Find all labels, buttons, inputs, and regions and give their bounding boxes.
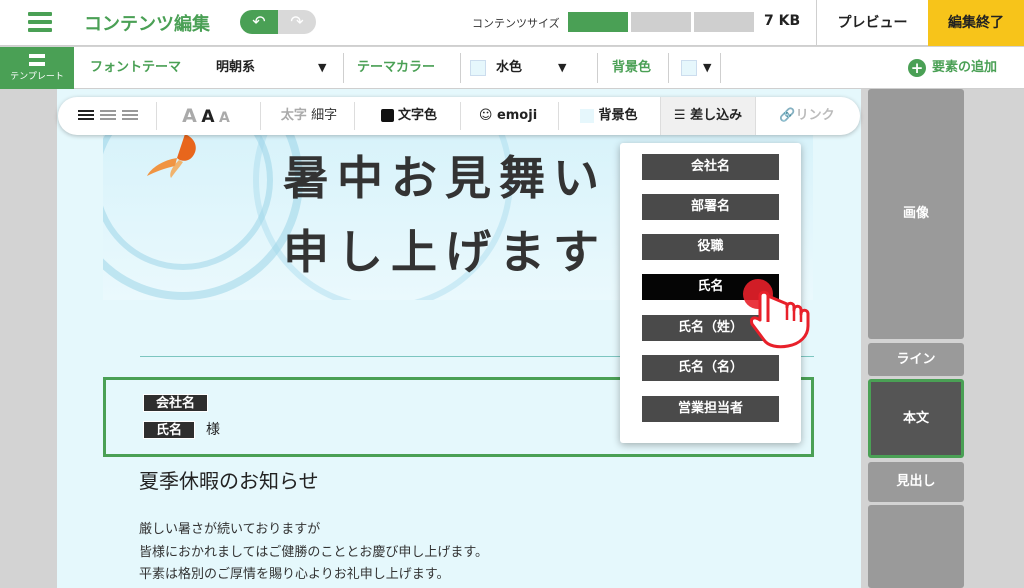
- pointer-hand-icon: [743, 279, 810, 349]
- element-line-tile[interactable]: ライン: [868, 343, 964, 376]
- element-more-tile[interactable]: [868, 505, 964, 588]
- font-size-large-button[interactable]: A: [182, 105, 197, 127]
- theme-color-swatch[interactable]: [470, 47, 486, 89]
- add-element-button[interactable]: + 要素の追加: [908, 47, 997, 89]
- divider: [460, 102, 461, 130]
- divider: [354, 102, 355, 130]
- align-left-icon[interactable]: [78, 109, 94, 122]
- content-size-bar: [568, 12, 754, 32]
- align-right-icon[interactable]: [122, 109, 138, 122]
- text-bg-color-button[interactable]: 背景色: [566, 97, 652, 135]
- plus-icon: +: [908, 58, 926, 77]
- divider: [668, 53, 669, 83]
- link-button[interactable]: 🔗リンク: [766, 97, 848, 135]
- font-theme-select[interactable]: 明朝系: [216, 47, 255, 89]
- text-color-label: 文字色: [397, 108, 437, 123]
- undo-button[interactable]: ↶: [240, 10, 278, 34]
- size-bar-segment: [694, 12, 754, 32]
- undo-icon: ↶: [252, 12, 266, 31]
- insert-label: 差し込み: [690, 108, 743, 123]
- text-color-button[interactable]: 文字色: [366, 97, 452, 135]
- font-size-group: A A A: [170, 97, 242, 135]
- smiley-icon: ☺: [478, 108, 493, 123]
- body-text-line[interactable]: 皆様におかれましてはご健勝のこととお慶び申し上げます。: [139, 541, 488, 560]
- page-title: コンテンツ編集: [84, 14, 210, 35]
- insert-option-company[interactable]: 会社名: [642, 154, 779, 180]
- body-text-line[interactable]: 厳しい暑さが続いておりますが: [139, 518, 320, 537]
- thin-button[interactable]: 細字: [311, 108, 337, 123]
- insert-option-department[interactable]: 部署名: [642, 194, 779, 220]
- element-image-tile[interactable]: 画像: [868, 89, 964, 339]
- hero-heading-line2: 申し上げます: [283, 225, 607, 279]
- emoji-label: emoji: [496, 108, 538, 123]
- hero-heading-line1: 暑中お見舞い: [283, 151, 607, 205]
- theme-color-select[interactable]: 水色: [496, 47, 522, 89]
- hamburger-menu-icon[interactable]: [28, 12, 52, 32]
- section-heading[interactable]: 夏季休暇のお知らせ: [139, 465, 319, 494]
- chevron-down-icon[interactable]: ▼: [703, 47, 711, 89]
- size-bar-segment: [568, 12, 628, 32]
- text-color-swatch: [380, 109, 394, 122]
- body-text-line[interactable]: 平素は格別のご厚情を賜り心よりお礼申し上げます。: [139, 563, 449, 582]
- preview-button[interactable]: プレビュー: [816, 0, 928, 46]
- goldfish-icon: [147, 134, 196, 178]
- insert-field-button[interactable]: ☰ 差し込み: [660, 97, 756, 135]
- element-body-tile[interactable]: 本文: [868, 379, 964, 458]
- theme-color-label: テーマカラー: [357, 60, 436, 75]
- divider: [558, 102, 559, 130]
- text-bg-label: 背景色: [598, 108, 638, 123]
- divider: [597, 53, 598, 83]
- divider: [720, 53, 721, 83]
- add-element-label: 要素の追加: [932, 60, 998, 75]
- content-size-label: コンテンツサイズ: [472, 17, 560, 30]
- insert-option-sales-rep[interactable]: 営業担当者: [642, 396, 779, 422]
- align-center-icon[interactable]: [100, 109, 116, 122]
- divider: [260, 102, 261, 130]
- insert-option-firstname[interactable]: 氏名（名）: [642, 355, 779, 381]
- divider: [343, 53, 344, 83]
- chevron-down-icon[interactable]: ▼: [558, 47, 566, 89]
- size-bar-segment: [631, 12, 691, 32]
- font-size-medium-button[interactable]: A: [201, 107, 214, 127]
- element-heading-tile[interactable]: 見出し: [868, 462, 964, 502]
- link-label: リンク: [795, 108, 835, 123]
- settings-bar: テンプレート フォントテーマ 明朝系 ▼ テーマカラー 水色 ▼ 背景色 ▼ +…: [0, 47, 1024, 89]
- person-name-tag[interactable]: 氏名: [143, 421, 196, 439]
- finish-editing-button[interactable]: 編集終了: [928, 0, 1024, 46]
- undo-redo-group: ↶ ↷: [240, 10, 316, 34]
- template-button[interactable]: テンプレート: [0, 47, 74, 89]
- redo-icon: ↷: [290, 12, 304, 31]
- font-theme-label: フォントテーマ: [90, 60, 182, 75]
- bg-color-label: 背景色: [612, 60, 652, 75]
- insert-lines-icon: ☰: [673, 108, 686, 123]
- text-bg-swatch: [580, 108, 595, 123]
- divider: [460, 53, 461, 83]
- company-name-tag[interactable]: 会社名: [143, 394, 209, 412]
- divider: [156, 102, 157, 130]
- font-size-small-button[interactable]: A: [219, 110, 230, 126]
- bg-color-swatch[interactable]: [681, 47, 697, 89]
- align-group: [72, 97, 144, 135]
- chevron-down-icon[interactable]: ▼: [318, 47, 326, 89]
- insert-option-position[interactable]: 役職: [642, 234, 779, 260]
- link-icon: 🔗: [779, 108, 796, 123]
- emoji-button[interactable]: ☺ emoji: [470, 97, 546, 135]
- template-icon: [29, 54, 45, 66]
- bold-button[interactable]: 太字: [281, 108, 307, 123]
- template-label: テンプレート: [10, 72, 64, 82]
- content-size-value: 7 KB: [764, 13, 801, 29]
- weight-group: 太字 細字: [272, 97, 346, 135]
- honorific-text: 様: [206, 422, 220, 438]
- top-bar: コンテンツ編集 ↶ ↷ コンテンツサイズ 7 KB プレビュー 編集終了: [0, 0, 1024, 46]
- redo-button[interactable]: ↷: [278, 10, 316, 34]
- text-format-toolbar: A A A 太字 細字 文字色 ☺ emoji 背景色 ☰ 差し込み 🔗リンク: [58, 97, 860, 135]
